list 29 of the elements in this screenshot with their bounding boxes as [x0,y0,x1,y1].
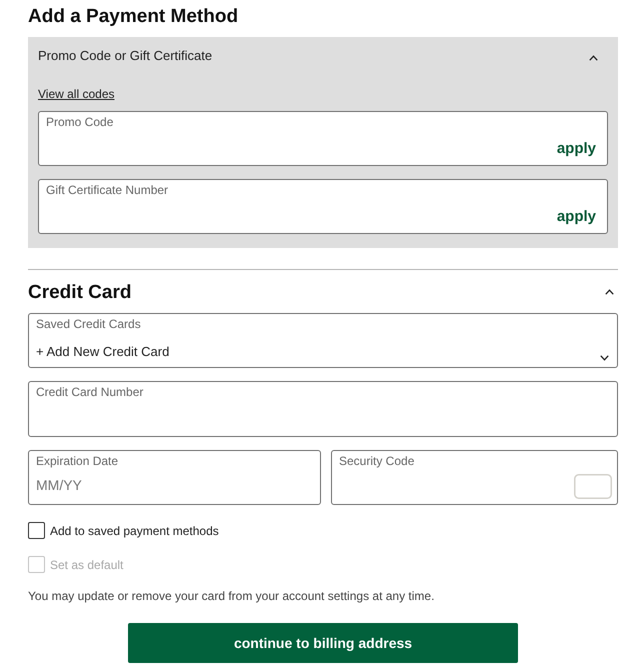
panel-title: Promo Code or Gift Certificate [38,47,212,65]
field-label: Expiration Date [36,454,118,468]
page-heading: Add a Payment Method [28,5,238,29]
field-label: Credit Card Number [36,385,144,399]
section-heading: Credit Card [28,281,132,305]
continue-button[interactable]: continue to billing address [128,623,518,663]
expiration-date-field[interactable]: Expiration Date MM/YY [28,450,321,505]
field-label: Security Code [339,454,414,468]
gift-certificate-field[interactable]: Gift Certificate Number apply [38,179,608,234]
card-icon [574,474,612,499]
security-code-field[interactable]: Security Code [331,450,618,505]
chevron-down-icon[interactable] [600,355,609,361]
card-number-field[interactable]: Credit Card Number [28,381,618,437]
chevron-up-icon[interactable] [605,289,614,295]
saved-cards-select[interactable]: Saved Credit Cards + Add New Credit Card [28,313,618,368]
checkbox[interactable] [28,522,45,539]
field-label: Saved Credit Cards [36,317,141,331]
checkbox-label: Add to saved payment methods [50,522,219,538]
info-note: You may update or remove your card from your account settings at any time. [28,588,434,604]
select-value: + Add New Credit Card [36,343,170,361]
checkbox-label: Set as default [50,556,124,572]
field-label: Gift Certificate Number [46,183,168,197]
promo-code-field[interactable]: Promo Code apply [38,111,608,166]
apply-button[interactable]: apply [556,139,596,159]
apply-button[interactable]: apply [556,207,596,227]
chevron-up-icon[interactable] [589,55,598,61]
view-codes-link[interactable]: View all codes [38,86,114,102]
field-label: Promo Code [46,115,114,129]
date-input[interactable]: MM/YY [36,476,309,498]
